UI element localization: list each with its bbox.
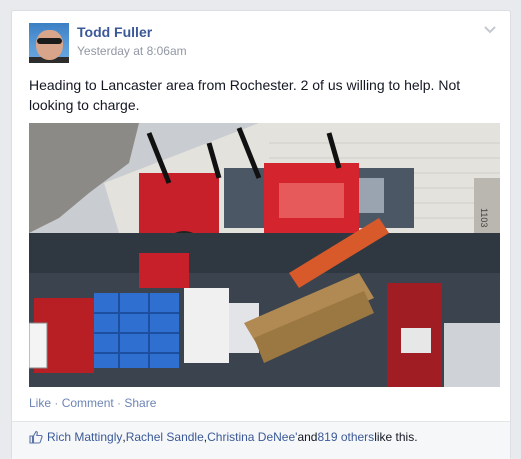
photo-blue-crate <box>94 293 179 368</box>
share-link[interactable]: Share <box>124 396 156 410</box>
photo-house-number: 1103 <box>479 208 489 227</box>
likes-suffix: like this. <box>374 430 418 444</box>
post-timestamp[interactable]: Yesterday at 8:06am <box>77 44 187 58</box>
photo-snow <box>444 323 500 387</box>
comment-link[interactable]: Comment <box>62 396 114 410</box>
action-separator: · <box>51 396 62 410</box>
photo-jug <box>184 288 229 363</box>
thumbs-up-icon <box>29 430 43 444</box>
post-author-name[interactable]: Todd Fuller <box>77 24 152 40</box>
author-avatar[interactable] <box>29 23 69 63</box>
liker-name[interactable]: Rachel Sandle <box>126 430 204 444</box>
post-actions: Like · Comment · Share <box>29 396 156 410</box>
photo-gas-can-2 <box>139 253 189 288</box>
likes-and: and <box>297 430 318 444</box>
action-separator: · <box>113 396 125 410</box>
photo-snowblower-housing <box>279 183 344 218</box>
post-text: Heading to Lancaster area from Rochester… <box>29 77 461 113</box>
chevron-down-icon[interactable] <box>482 24 498 36</box>
liker-name[interactable]: Rich Mattingly <box>47 430 122 444</box>
photo-tail-light-lens <box>401 328 431 353</box>
post-photo[interactable]: 1103 <box>29 123 500 387</box>
avatar-sunglasses <box>37 38 62 44</box>
likes-others-link[interactable]: 819 others <box>317 430 374 444</box>
photo-truck-bed <box>29 233 500 273</box>
like-link[interactable]: Like <box>29 396 51 410</box>
photo-license-plate <box>29 322 48 369</box>
feed-post-card: Todd Fuller Yesterday at 8:06am Heading … <box>11 10 511 459</box>
liker-name[interactable]: Christina DeNee' <box>207 430 297 444</box>
avatar-head <box>36 30 63 60</box>
likes-summary: Rich Mattingly, Rachel Sandle, Christina… <box>29 430 418 444</box>
